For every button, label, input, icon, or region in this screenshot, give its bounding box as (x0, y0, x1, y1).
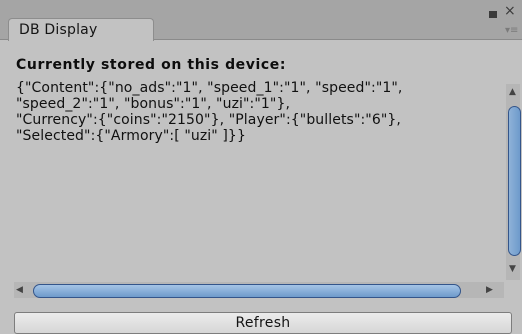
tab-title: DB Display (19, 22, 98, 38)
maximize-icon[interactable] (489, 8, 497, 20)
close-icon[interactable]: × (504, 4, 516, 18)
horizontal-scrollbar-thumb[interactable] (33, 284, 461, 298)
stored-data-panel: {"Content":{"no_ads":"1", "speed_1":"1",… (16, 80, 496, 274)
stored-data-text: {"Content":{"no_ads":"1", "speed_1":"1",… (16, 80, 403, 144)
window-titlebar: DB Display × ▾≡ (0, 0, 522, 41)
tab-db-display[interactable]: DB Display (8, 18, 154, 41)
scroll-up-arrow-icon[interactable]: ▲ (509, 88, 516, 97)
refresh-button[interactable]: Refresh (14, 312, 512, 334)
kebab-menu-icon[interactable]: ▾≡ (505, 26, 518, 36)
scroll-left-arrow-icon[interactable]: ◀ (16, 286, 23, 295)
scroll-down-arrow-icon[interactable]: ▼ (509, 265, 516, 274)
scroll-right-arrow-icon[interactable]: ▶ (486, 286, 493, 295)
stored-heading: Currently stored on this device: (16, 57, 287, 73)
vertical-scrollbar-thumb[interactable] (508, 106, 521, 256)
